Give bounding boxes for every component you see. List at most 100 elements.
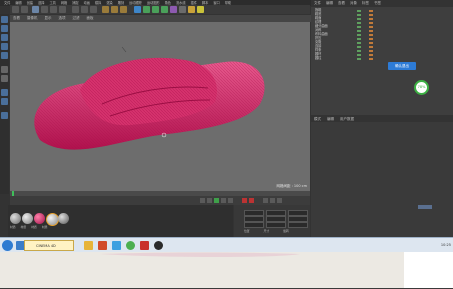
coord-label[interactable]: 尺寸 xyxy=(264,229,270,233)
c4d-icon[interactable] xyxy=(154,241,163,250)
render-settings-icon[interactable] xyxy=(120,6,127,13)
render-view-icon[interactable] xyxy=(111,6,118,13)
taskbar-item-c4d[interactable]: CINEMA 4D xyxy=(24,240,74,251)
record-icon[interactable] xyxy=(242,198,247,203)
slipper-model[interactable] xyxy=(10,22,310,191)
pos-z-field[interactable] xyxy=(244,222,264,228)
deformer-icon[interactable] xyxy=(170,6,177,13)
viewport-grid-status: 网格间距 : 100 cm xyxy=(276,184,307,188)
start-icon[interactable] xyxy=(2,240,13,251)
spline-icon[interactable] xyxy=(143,6,150,13)
material-swatch[interactable] xyxy=(34,213,45,224)
snap-icon[interactable] xyxy=(1,89,8,96)
visibility-column[interactable] xyxy=(357,10,361,60)
playhead-icon[interactable] xyxy=(12,191,14,196)
chrome-icon[interactable] xyxy=(126,241,135,250)
attribute-mini-button[interactable] xyxy=(418,205,432,209)
pdf-icon[interactable] xyxy=(140,241,149,250)
lock-icon[interactable] xyxy=(1,112,8,119)
autokey-icon[interactable] xyxy=(249,198,254,203)
edges-mode-icon[interactable] xyxy=(1,43,8,50)
c4d-window: 文件 编辑 创建 选择 工具 网格 捕捉 动画 模拟 渲染 雕刻 运动跟踪 运动图形 角色 流水线 插件 脚本窗… xyxy=(0,0,453,237)
nurbs-icon[interactable] xyxy=(152,6,159,13)
timeline-ruler[interactable] xyxy=(10,191,310,196)
rotate-icon[interactable] xyxy=(59,6,66,13)
coord-label[interactable]: 旋转 xyxy=(283,229,289,233)
prev-frame-icon[interactable] xyxy=(207,198,212,203)
move-icon[interactable] xyxy=(41,6,48,13)
viewport-menu: 查看 摄像机 显示 选项 过滤 面板 xyxy=(10,15,313,22)
array-icon[interactable] xyxy=(161,6,168,13)
explorer-icon[interactable] xyxy=(84,241,93,250)
viewport-menu-item[interactable]: 查看 xyxy=(13,16,20,20)
points-mode-icon[interactable] xyxy=(1,34,8,41)
windows-taskbar: CINEMA 4D 10:25 xyxy=(0,237,453,253)
workplane-icon[interactable] xyxy=(1,98,8,105)
progress-badge: 78% xyxy=(414,80,429,95)
model-mode-icon[interactable] xyxy=(1,16,8,23)
material-label[interactable]: 材质 xyxy=(10,225,16,229)
scale-icon[interactable] xyxy=(50,6,57,13)
camera-icon[interactable] xyxy=(188,6,195,13)
x-axis-icon[interactable] xyxy=(72,6,79,13)
render-icon[interactable] xyxy=(102,6,109,13)
texture-mode-icon[interactable] xyxy=(1,25,8,32)
coord-labels: 位置 尺寸 旋转 xyxy=(244,229,303,233)
attribute-tabs: 模式 编辑 用户数据 xyxy=(311,116,453,122)
object-manager-tab[interactable]: 书签 xyxy=(374,1,381,5)
viewport-menu-item[interactable]: 面板 xyxy=(87,16,94,20)
next-frame-icon[interactable] xyxy=(221,198,226,203)
confirm-button[interactable]: 确认退出 xyxy=(388,62,416,70)
select-icon[interactable] xyxy=(32,6,39,13)
qq-icon[interactable] xyxy=(112,241,121,250)
attribute-tab[interactable]: 用户数据 xyxy=(340,117,354,121)
object-manager-tab[interactable]: 对象 xyxy=(350,1,357,5)
object-manager-tab[interactable]: 文件 xyxy=(314,1,321,5)
cube-icon[interactable] xyxy=(134,6,141,13)
key-icon[interactable] xyxy=(263,198,268,203)
object-manager-tab[interactable]: 查看 xyxy=(338,1,345,5)
goto-start-icon[interactable] xyxy=(200,198,205,203)
white-area xyxy=(404,252,453,288)
key-scale-icon[interactable] xyxy=(277,198,282,203)
tag-column[interactable] xyxy=(369,10,373,60)
object-manager-tabs: 文件 编辑 查看 对象 标签 书签 xyxy=(311,0,453,7)
undo-icon[interactable] xyxy=(12,6,19,13)
y-axis-icon[interactable] xyxy=(81,6,88,13)
object-manager-tab[interactable]: 标签 xyxy=(362,1,369,5)
scene-icon[interactable] xyxy=(179,6,186,13)
viewport-menu-item[interactable]: 显示 xyxy=(45,16,52,20)
viewport-menu-item[interactable]: 选项 xyxy=(59,16,66,20)
object-manager-tab[interactable]: 编辑 xyxy=(326,1,333,5)
material-swatch[interactable] xyxy=(10,213,21,224)
attribute-tab[interactable]: 模式 xyxy=(314,117,321,121)
polygons-mode-icon[interactable] xyxy=(1,52,8,59)
viewport-menu-item[interactable]: 过滤 xyxy=(73,16,80,20)
media-icon[interactable] xyxy=(98,241,107,250)
material-label[interactable]: 材质 xyxy=(21,225,27,229)
system-clock[interactable]: 10:25 xyxy=(401,241,451,250)
attribute-tab[interactable]: 编辑 xyxy=(327,117,334,121)
light-icon[interactable] xyxy=(197,6,204,13)
z-axis-icon[interactable] xyxy=(90,6,97,13)
redo-icon[interactable] xyxy=(21,6,28,13)
timeline[interactable] xyxy=(10,191,310,205)
viewport-menu-item[interactable]: 摄像机 xyxy=(27,16,38,20)
object-row[interactable]: 圆柱 xyxy=(315,56,415,60)
top-toolbar xyxy=(10,5,310,14)
slipper-reflection xyxy=(100,252,300,257)
size-z-field[interactable] xyxy=(266,222,286,228)
attribute-manager: 模式 编辑 用户数据 xyxy=(311,116,453,237)
material-label[interactable]: 材质 xyxy=(42,225,48,229)
rot-b-field[interactable] xyxy=(288,222,308,228)
material-swatch[interactable] xyxy=(58,213,69,224)
material-label[interactable]: 材质 xyxy=(31,225,37,229)
tweak-icon[interactable] xyxy=(1,75,8,82)
key-rot-icon[interactable] xyxy=(270,198,275,203)
axis-icon[interactable] xyxy=(1,66,8,73)
play-icon[interactable] xyxy=(214,198,219,203)
coord-label[interactable]: 位置 xyxy=(244,229,250,233)
perspective-viewport[interactable]: 查看 摄像机 显示 选项 过滤 面板 网格间距 : 100 cm xyxy=(10,15,313,191)
material-swatch[interactable] xyxy=(22,213,33,224)
goto-end-icon[interactable] xyxy=(228,198,233,203)
